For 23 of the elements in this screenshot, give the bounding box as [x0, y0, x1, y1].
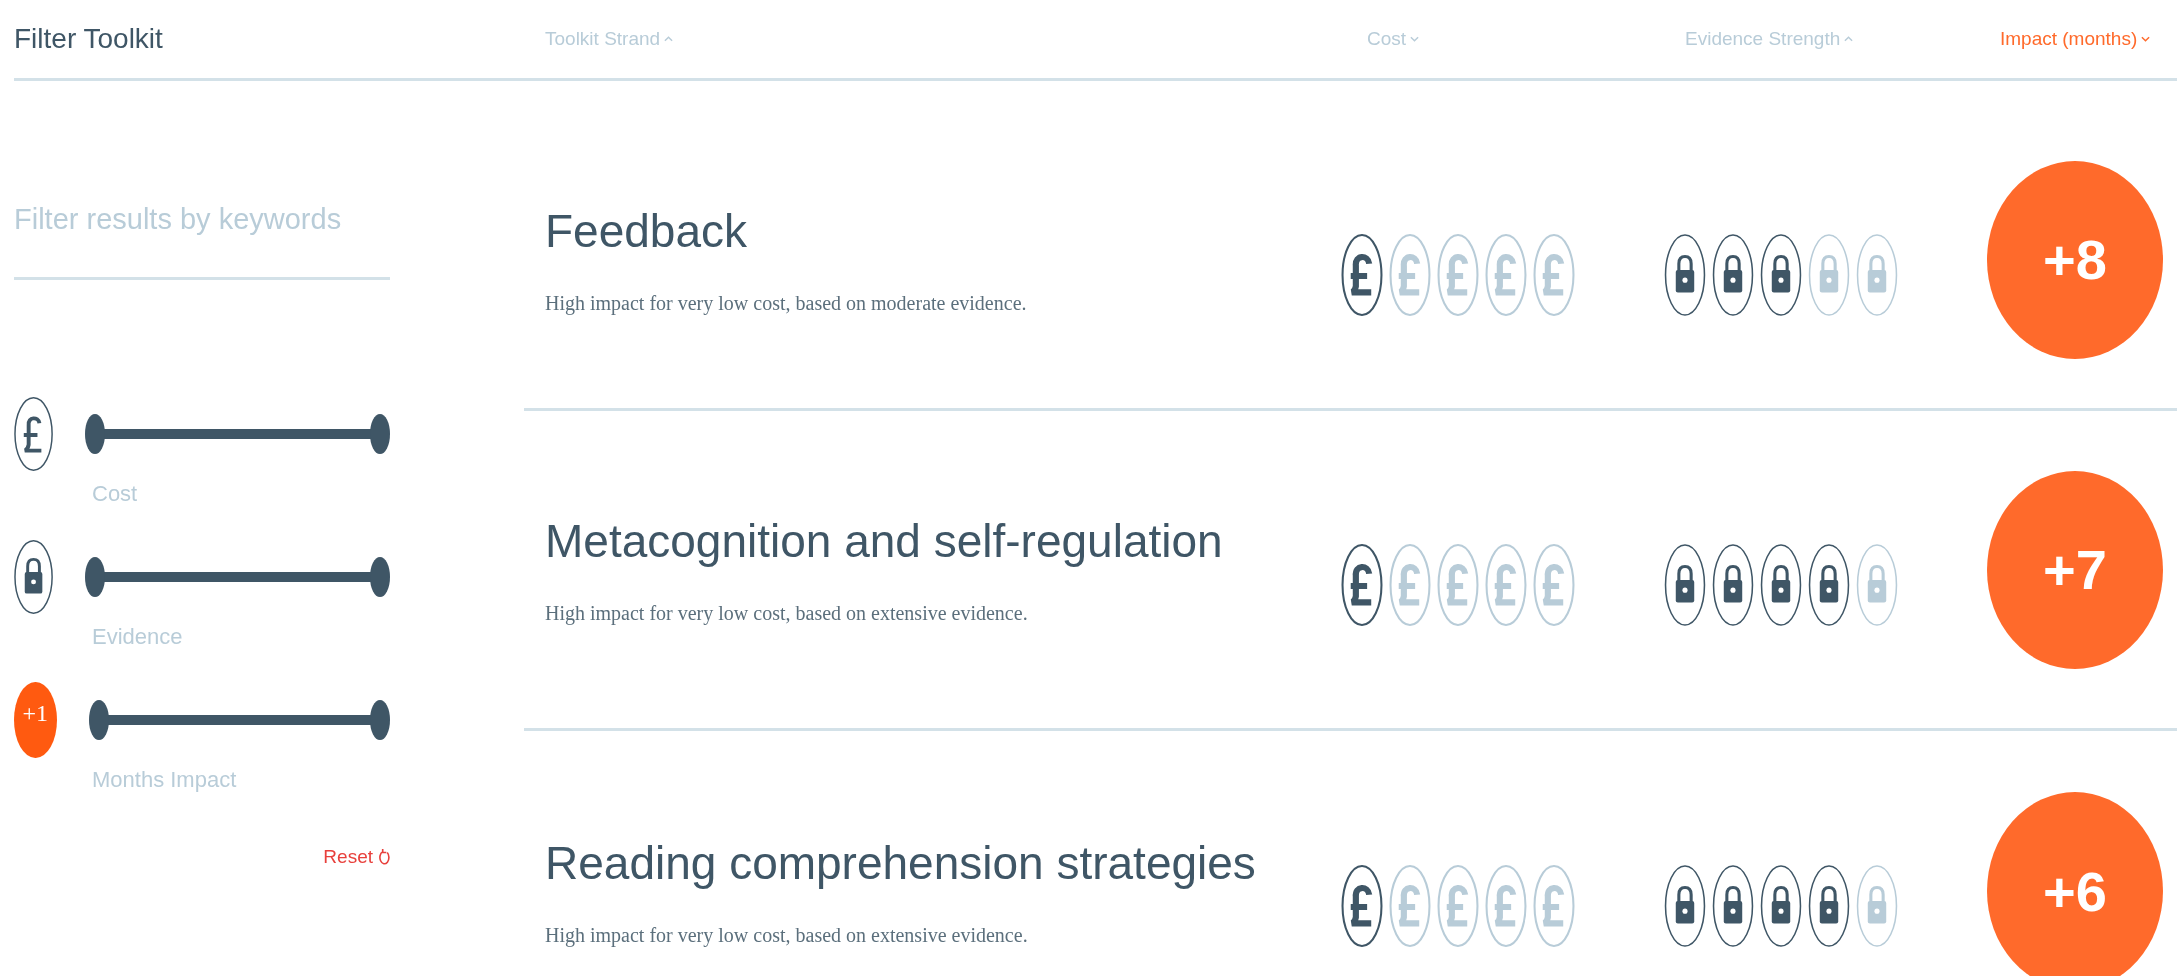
strand-description: High impact for very low cost, based on moderate evidence.	[545, 292, 1027, 315]
search-field[interactable]: Filter results by keywords	[14, 189, 390, 280]
impact-badge: +8	[1987, 160, 2163, 359]
range-slider[interactable]	[88, 700, 390, 740]
pound-icon	[14, 396, 54, 472]
filter-label: Cost	[92, 480, 138, 508]
sidebar-title: Filter Toolkit	[14, 23, 164, 55]
filter-label: Evidence	[92, 623, 183, 651]
impact-badge: +6	[1987, 792, 2163, 976]
range-slider[interactable]	[85, 557, 390, 597]
strand-title[interactable]: Metacognition and self-regulation	[545, 514, 1223, 568]
impact-badge: +7	[1987, 470, 2163, 669]
strand-description: High impact for very low cost, based on extensive evidence.	[545, 923, 1028, 947]
lock-icon	[14, 539, 54, 615]
strand-description: High impact for very low cost, based on extensive evidence.	[545, 602, 1028, 625]
strand-title[interactable]: Reading comprehension strategies	[545, 835, 1256, 890]
reset-button[interactable]: Reset	[323, 846, 390, 868]
filter-label: Months Impact	[92, 766, 237, 794]
refresh-icon	[379, 848, 390, 866]
range-slider[interactable]	[85, 414, 390, 454]
strand-title[interactable]: Feedback	[545, 204, 747, 258]
column-header[interactable]: Impact (months)	[2000, 28, 2151, 50]
impact-badge: +1	[14, 682, 57, 758]
